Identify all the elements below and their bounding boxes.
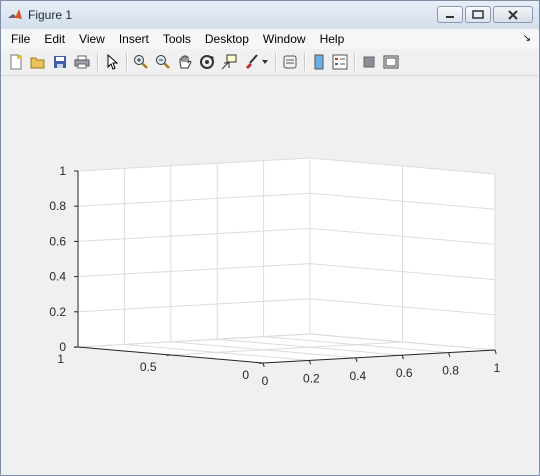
rotate-3d-icon <box>200 55 214 69</box>
data-cursor-icon <box>221 54 237 70</box>
maximize-button[interactable] <box>465 6 491 23</box>
zoom-in-icon <box>134 55 148 69</box>
z-tick-label: 0.4 <box>49 270 66 284</box>
legend-button[interactable] <box>331 53 349 71</box>
link-plot-icon <box>283 55 297 69</box>
window-title: Figure 1 <box>28 8 73 22</box>
figure-canvas[interactable]: 0 0.2 0.4 0.6 0.8 1 0 0.5 1 0 0.2 0.4 0.6 0.8 1 <box>1 76 539 475</box>
colorbar-button[interactable] <box>310 53 328 71</box>
x-tick-label: 0 <box>262 374 269 388</box>
x-tick-label: 1 <box>494 361 501 375</box>
rotate-3d-button[interactable] <box>198 53 216 71</box>
close-icon <box>508 9 518 20</box>
close-button[interactable] <box>493 6 533 23</box>
x-tick-label: 0.2 <box>303 371 320 385</box>
3d-axes[interactable]: 0 0.2 0.4 0.6 0.8 100.5100.20.40.60.81 <box>1 76 539 475</box>
new-figure-button[interactable] <box>7 53 25 71</box>
minimize-icon <box>446 15 454 18</box>
menu-insert[interactable]: Insert <box>112 29 156 49</box>
y-tick-label: 1 <box>57 352 64 366</box>
figure-window: Figure 1 File Edit View Insert Tools Des… <box>0 0 540 476</box>
menu-view[interactable]: View <box>72 29 112 49</box>
back-pane <box>78 158 310 347</box>
matlab-logo-icon <box>8 9 22 19</box>
figure-toolbar <box>1 49 539 76</box>
x-tick-label: 0.6 <box>396 366 413 380</box>
menu-help[interactable]: Help <box>313 29 352 49</box>
menu-bar: File Edit View Insert Tools Desktop Wind… <box>1 29 539 49</box>
show-plot-tools-button[interactable] <box>382 53 400 71</box>
new-figure-icon <box>10 54 22 70</box>
maximize-icon <box>472 10 484 19</box>
x-tick-label: 0.4 <box>349 369 366 383</box>
brush-dropdown-button[interactable] <box>260 53 270 71</box>
x-tick-mark <box>355 357 358 362</box>
menu-desktop[interactable]: Desktop <box>198 29 256 49</box>
menu-file[interactable]: File <box>1 29 37 49</box>
x-tick-mark <box>494 349 497 355</box>
brush-button[interactable] <box>242 53 260 71</box>
pan-icon <box>179 55 192 69</box>
zoom-in-button[interactable] <box>132 53 150 71</box>
hide-plot-tools-icon <box>363 56 375 68</box>
print-icon <box>74 55 90 69</box>
minimize-button[interactable] <box>437 6 463 23</box>
x-tick-mark <box>262 362 265 368</box>
pointer-icon <box>107 54 118 70</box>
z-tick-label: 0 <box>59 340 66 354</box>
z-tick-label: 0.8 <box>49 199 66 213</box>
y-tick-label: 0.5 <box>140 360 157 374</box>
legend-icon <box>332 54 348 70</box>
show-plot-tools-icon <box>383 55 399 69</box>
menu-edit[interactable]: Edit <box>37 29 72 49</box>
open-file-icon <box>30 57 45 69</box>
brush-dropdown-icon <box>262 60 268 64</box>
pan-button[interactable] <box>176 53 194 71</box>
open-file-button[interactable] <box>29 53 47 71</box>
menu-window[interactable]: Window <box>256 29 313 49</box>
x-tick-mark <box>308 360 312 365</box>
y-tick-label: 0 <box>242 368 249 382</box>
x-tick-label: 0.8 <box>442 364 459 378</box>
link-plot-button[interactable] <box>281 53 299 71</box>
x-tick-mark <box>401 355 404 360</box>
z-tick-label: 0.6 <box>49 234 66 248</box>
edit-plot-button[interactable] <box>103 53 121 71</box>
print-button[interactable] <box>73 53 91 71</box>
zoom-out-icon <box>156 55 170 69</box>
x-tick-mark <box>448 352 451 357</box>
data-cursor-button[interactable] <box>220 53 238 71</box>
brush-icon <box>246 54 258 69</box>
title-bar[interactable]: Figure 1 <box>1 1 539 30</box>
zoom-out-button[interactable] <box>154 53 172 71</box>
save-icon <box>54 56 66 68</box>
save-button[interactable] <box>51 53 69 71</box>
hide-plot-tools-button[interactable] <box>360 53 378 71</box>
dock-arrow-icon[interactable]: ↘ <box>523 33 531 44</box>
z-tick-label: 0.2 <box>49 305 66 319</box>
z-tick-label: 1 <box>59 164 66 178</box>
colorbar-icon <box>314 54 324 70</box>
menu-tools[interactable]: Tools <box>156 29 198 49</box>
